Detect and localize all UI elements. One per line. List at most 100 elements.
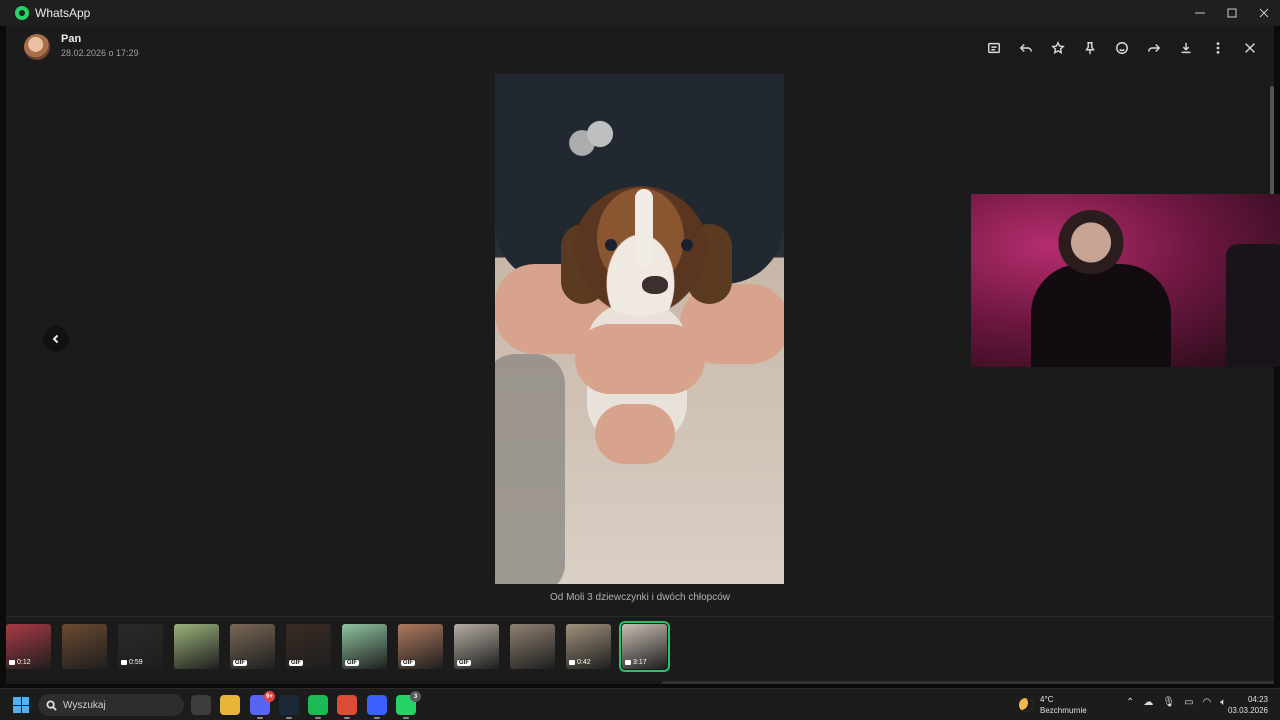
thumbnail-label: GIF bbox=[233, 660, 247, 666]
media-thumbnail[interactable]: GIF bbox=[398, 624, 443, 669]
message-icon[interactable] bbox=[984, 38, 1004, 58]
clock-time: 04:23 bbox=[1247, 695, 1268, 704]
taskbar-search[interactable]: Wyszukaj bbox=[38, 694, 184, 716]
video-camera-icon bbox=[625, 660, 631, 665]
running-indicator bbox=[403, 717, 409, 719]
video-duration: 0:42 bbox=[569, 659, 591, 666]
webcam-person-head bbox=[1056, 204, 1126, 274]
vertical-scrollbar[interactable] bbox=[1270, 86, 1274, 196]
weather-temp: 4°C bbox=[1040, 695, 1054, 704]
thumbnail-scrollbar[interactable] bbox=[662, 681, 1274, 684]
task-view-icon[interactable] bbox=[191, 695, 211, 715]
chevron-up-icon[interactable]: ⌃ bbox=[1126, 697, 1134, 708]
close-icon[interactable] bbox=[1240, 38, 1260, 58]
discord-icon[interactable]: 9+ bbox=[250, 691, 275, 719]
gif-badge: GIF bbox=[401, 660, 415, 666]
star-icon[interactable] bbox=[1048, 38, 1068, 58]
weather-widget[interactable]: 4°C Bezchmurnie bbox=[1019, 694, 1087, 716]
message-timestamp: 28.02.2026 o 17:29 bbox=[61, 48, 139, 58]
chrome-icon[interactable] bbox=[337, 695, 357, 719]
video-camera-icon bbox=[121, 660, 127, 665]
running-indicator bbox=[315, 717, 321, 719]
whatsapp-logo-icon bbox=[15, 6, 29, 20]
steam-icon[interactable] bbox=[279, 695, 299, 719]
thumbnail-label: GIF bbox=[289, 660, 303, 666]
minimize-button[interactable] bbox=[1184, 0, 1216, 26]
weather-desc: Bezchmurnie bbox=[1040, 706, 1087, 715]
puppy-nose bbox=[642, 276, 668, 294]
video-duration: 3:17 bbox=[625, 659, 647, 666]
thumbnail-label: 0:42 bbox=[577, 659, 591, 666]
microphone-icon[interactable]: 🎙︎ bbox=[1162, 697, 1175, 708]
video-duration: 0:59 bbox=[121, 659, 143, 666]
clock-date: 03.03.2026 bbox=[1227, 706, 1268, 715]
chevron-left-icon bbox=[52, 334, 59, 344]
running-indicator bbox=[257, 717, 263, 719]
moon-icon bbox=[1019, 698, 1033, 712]
taskbar: Wyszukaj 9+ 3 4°C Bezchmurnie ⌃ ☁ 🎙︎ ▭ ◠ … bbox=[0, 688, 1280, 720]
avatar[interactable] bbox=[24, 34, 50, 60]
gif-badge: GIF bbox=[345, 660, 359, 666]
reply-icon[interactable] bbox=[1016, 38, 1036, 58]
media-thumbnail[interactable]: GIF bbox=[230, 624, 275, 669]
thumbnail-label: GIF bbox=[345, 660, 359, 666]
media-thumbnail[interactable]: GIF bbox=[286, 624, 331, 669]
whatsapp-icon[interactable]: 3 bbox=[396, 691, 421, 719]
viewer-actions bbox=[984, 38, 1260, 58]
gif-badge: GIF bbox=[457, 660, 471, 666]
media-thumbnail[interactable]: GIF bbox=[454, 624, 499, 669]
thumbnail-label: 3:17 bbox=[633, 659, 647, 666]
media-thumbnail[interactable]: 3:17 bbox=[619, 621, 670, 672]
sender-name: Pan bbox=[61, 33, 82, 45]
search-placeholder: Wyszukaj bbox=[63, 699, 106, 711]
thumbnail-label: GIF bbox=[457, 660, 471, 666]
title-bar: WhatsApp bbox=[0, 0, 1280, 26]
file-explorer-icon[interactable] bbox=[220, 695, 240, 715]
volume-icon[interactable]: 🔈︎ bbox=[1220, 697, 1226, 708]
photo-hands bbox=[575, 324, 705, 394]
video-camera-icon bbox=[569, 660, 575, 665]
window-controls bbox=[1184, 0, 1280, 26]
maximize-button[interactable] bbox=[1216, 0, 1248, 26]
window-title: WhatsApp bbox=[35, 6, 91, 20]
running-indicator bbox=[286, 717, 292, 719]
search-icon bbox=[46, 699, 57, 711]
video-camera-icon bbox=[9, 660, 15, 665]
thumbnail-strip: 0:12 0:59 GIF GIF GIF GIF GIF 0:42 3:17 bbox=[6, 616, 1274, 684]
media-thumbnail[interactable] bbox=[510, 624, 555, 669]
wifi-icon[interactable]: ◠ bbox=[1203, 697, 1212, 708]
forward-icon[interactable] bbox=[1144, 38, 1164, 58]
media-thumbnail[interactable]: 0:59 bbox=[118, 624, 163, 669]
notification-badge: 9+ bbox=[264, 691, 275, 702]
onedrive-icon[interactable]: ☁ bbox=[1143, 697, 1153, 708]
notification-badge: 3 bbox=[410, 691, 421, 702]
previous-media-button[interactable] bbox=[43, 326, 69, 352]
pin-icon[interactable] bbox=[1080, 38, 1100, 58]
running-indicator bbox=[374, 717, 380, 719]
close-window-button[interactable] bbox=[1248, 0, 1280, 26]
media-caption: Od Moli 3 dziewczynki i dwóch chłopców bbox=[549, 592, 731, 603]
webcam-overlay bbox=[971, 194, 1280, 367]
media-thumbnail[interactable]: 0:12 bbox=[6, 624, 51, 669]
windows-start-icon[interactable] bbox=[13, 697, 29, 713]
media-thumbnail[interactable]: GIF bbox=[342, 624, 387, 669]
nordvpn-icon[interactable] bbox=[367, 695, 387, 719]
media-thumbnail[interactable] bbox=[174, 624, 219, 669]
media-thumbnail[interactable] bbox=[62, 624, 107, 669]
download-icon[interactable] bbox=[1176, 38, 1196, 58]
puppy-eye-right bbox=[681, 239, 693, 251]
running-indicator bbox=[344, 717, 350, 719]
media-photo bbox=[495, 74, 784, 584]
media-thumbnail[interactable]: 0:42 bbox=[566, 624, 611, 669]
puppy-eye-left bbox=[605, 239, 617, 251]
gif-badge: GIF bbox=[289, 660, 303, 666]
thumbnail-label: 0:59 bbox=[129, 659, 143, 666]
webcam-chair bbox=[1226, 244, 1280, 367]
more-icon[interactable] bbox=[1208, 38, 1228, 58]
emoji-icon[interactable] bbox=[1112, 38, 1132, 58]
puppy-blaze bbox=[635, 189, 653, 269]
gif-badge: GIF bbox=[233, 660, 247, 666]
taskbar-clock[interactable]: 04:23 03.03.2026 bbox=[1228, 694, 1268, 716]
battery-icon[interactable]: ▭ bbox=[1184, 697, 1193, 708]
spotify-icon[interactable] bbox=[308, 695, 328, 719]
